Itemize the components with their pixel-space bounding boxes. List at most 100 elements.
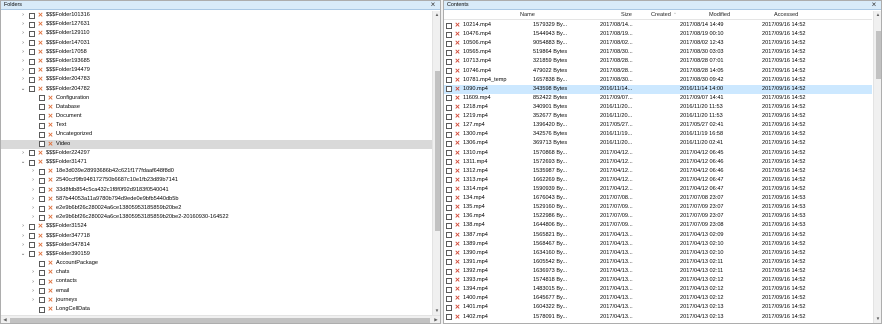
row-checkbox[interactable] bbox=[446, 95, 452, 102]
row-checkbox[interactable] bbox=[446, 241, 452, 248]
tree-item[interactable]: ✕ Text bbox=[1, 121, 440, 130]
tree-item[interactable]: ⌄ ✕ $$$Folder204782 bbox=[1, 85, 440, 94]
tree-checkbox[interactable] bbox=[39, 260, 45, 267]
row-checkbox[interactable] bbox=[446, 204, 452, 211]
tree-item[interactable]: › ✕ 2540ccf9fb948172750b6687c10e1fb23d89b7… bbox=[1, 176, 440, 185]
chevron-right-icon[interactable]: › bbox=[30, 195, 36, 204]
chevron-down-icon[interactable]: ⌄ bbox=[20, 85, 26, 94]
table-row[interactable]: ✕ 1312.mp4 1535987 By... 2017/04/12... 2017/… bbox=[444, 167, 872, 176]
tree-item[interactable]: › ✕ $$$Folder224297 bbox=[1, 149, 440, 158]
table-row[interactable]: ✕ 10781.mp4_temp 1657838 By... 2017/08/30..… bbox=[444, 76, 872, 85]
tree-checkbox[interactable] bbox=[29, 150, 35, 157]
scroll-down-arrow-icon[interactable]: ▼ bbox=[874, 315, 881, 323]
table-row[interactable]: ✕ 1387.mp4 1565821 By... 2017/04/13... 2017/… bbox=[444, 231, 872, 240]
chevron-right-icon[interactable]: › bbox=[30, 268, 36, 277]
tree-item[interactable]: › ✕ e2e9b6bf26c280024a6ce13805953185859b20… bbox=[1, 204, 440, 213]
tree-checkbox[interactable] bbox=[39, 214, 45, 221]
chevron-right-icon[interactable]: › bbox=[20, 75, 26, 84]
tree-checkbox[interactable] bbox=[29, 242, 35, 249]
chevron-right-icon[interactable]: › bbox=[20, 39, 26, 48]
table-row[interactable]: ✕ 10476.mp4 1544943 By... 2017/08/19... 2017… bbox=[444, 30, 872, 39]
tree-checkbox[interactable] bbox=[29, 12, 35, 19]
tree-item[interactable]: › ✕ contacts bbox=[1, 277, 440, 286]
chevron-right-icon[interactable]: › bbox=[30, 186, 36, 195]
table-row[interactable]: ✕ 1219.mp4 352677 Bytes 2016/11/20... 2016/1… bbox=[444, 112, 872, 121]
contents-close-icon[interactable]: × bbox=[870, 1, 878, 9]
tree-checkbox[interactable] bbox=[29, 49, 35, 56]
table-row[interactable]: ✕ 1401.mp4 1604322 By... 2017/04/13... 2017/… bbox=[444, 303, 872, 312]
tree-checkbox[interactable] bbox=[29, 58, 35, 65]
tree-item[interactable]: › ✕ $$$Folder194479 bbox=[1, 66, 440, 75]
tree-checkbox[interactable] bbox=[39, 297, 45, 304]
table-row[interactable]: ✕ 1400.mp4 1645677 By... 2017/04/13... 2017/… bbox=[444, 294, 872, 303]
folders-hscroll-thumb[interactable] bbox=[10, 317, 430, 323]
scroll-up-arrow-icon[interactable]: ▲ bbox=[433, 11, 440, 19]
chevron-right-icon[interactable]: › bbox=[20, 29, 26, 38]
tree-item[interactable]: › ✕ email bbox=[1, 287, 440, 296]
tree-checkbox[interactable] bbox=[29, 233, 35, 240]
row-checkbox[interactable] bbox=[446, 259, 452, 266]
table-row[interactable]: ✕ 10214.mp4 1579329 By... 2017/08/14... 2017… bbox=[444, 21, 872, 30]
chevron-right-icon[interactable]: › bbox=[30, 176, 36, 185]
tree-checkbox[interactable] bbox=[39, 306, 45, 313]
table-row[interactable]: ✕ 127.mp4 1396420 By... 2017/05/27... 2017/0… bbox=[444, 121, 872, 130]
chevron-down-icon[interactable]: ⌄ bbox=[20, 250, 26, 259]
row-checkbox[interactable] bbox=[446, 186, 452, 193]
tree-item[interactable]: › ✕ chats bbox=[1, 268, 440, 277]
tree-item[interactable]: › ✕ $$$Folder193685 bbox=[1, 57, 440, 66]
tree-checkbox[interactable] bbox=[39, 113, 45, 120]
tree-checkbox[interactable] bbox=[39, 205, 45, 212]
tree-item[interactable]: › ✕ $$$Folder31524 bbox=[1, 222, 440, 231]
tree-item[interactable]: › ✕ e2e9b6bf26c280024a6ce13805953185859b20… bbox=[1, 213, 440, 222]
table-row[interactable]: ✕ 1391.mp4 1605542 By... 2017/04/13... 2017/… bbox=[444, 258, 872, 267]
table-row[interactable]: ✕ 1313.mp4 1662269 By... 2017/04/12... 2017/… bbox=[444, 176, 872, 185]
row-checkbox[interactable] bbox=[446, 131, 452, 138]
table-row[interactable]: ✕ 1393.mp4 1574818 By... 2017/04/13... 2017/… bbox=[444, 276, 872, 285]
row-checkbox[interactable] bbox=[446, 113, 452, 120]
chevron-right-icon[interactable]: › bbox=[20, 149, 26, 158]
tree-item[interactable]: ⌄ ✕ $$$Folder390159 bbox=[1, 250, 440, 259]
tree-item[interactable]: › ✕ $$$Folder347718 bbox=[1, 232, 440, 241]
row-checkbox[interactable] bbox=[446, 223, 452, 229]
table-row[interactable]: ✕ 1314.mp4 1590939 By... 2017/04/12... 2017/… bbox=[444, 185, 872, 194]
table-row[interactable]: ✕ 1218.mp4 340901 Bytes 2016/11/20... 2016/1… bbox=[444, 103, 872, 112]
tree-item[interactable]: › ✕ $$$Folder129110 bbox=[1, 29, 440, 38]
table-row[interactable]: ✕ 136.mp4 1522986 By... 2017/07/09... 2017/0… bbox=[444, 212, 872, 221]
tree-checkbox[interactable] bbox=[29, 40, 35, 47]
tree-checkbox[interactable] bbox=[39, 177, 45, 184]
table-row[interactable]: ✕ 1402.mp4 1578091 By... 2017/04/13... 2017/… bbox=[444, 313, 872, 322]
row-checkbox[interactable] bbox=[446, 168, 452, 175]
tree-item[interactable]: ✕ Video bbox=[1, 139, 440, 149]
tree-item[interactable]: › ✕ 33d8fdb854c5ca432c1f8f0f92d9183f054004… bbox=[1, 186, 440, 195]
row-checkbox[interactable] bbox=[446, 86, 452, 93]
tree-item[interactable]: ✕ AccountPackage bbox=[1, 259, 440, 268]
row-checkbox[interactable] bbox=[446, 68, 452, 75]
chevron-right-icon[interactable]: › bbox=[30, 167, 36, 176]
table-row[interactable]: ✕ 1390.mp4 1634160 By... 2017/04/13... 2017/… bbox=[444, 249, 872, 258]
chevron-right-icon[interactable]: › bbox=[20, 66, 26, 75]
folders-vertical-scrollbar[interactable]: ▲ ▼ bbox=[432, 11, 440, 315]
row-checkbox[interactable] bbox=[446, 49, 452, 56]
folders-vscroll-thumb[interactable] bbox=[434, 71, 440, 231]
row-checkbox[interactable] bbox=[446, 277, 452, 284]
column-header-modified[interactable]: Modified bbox=[709, 11, 730, 20]
row-checkbox[interactable] bbox=[446, 195, 452, 202]
tree-checkbox[interactable] bbox=[29, 251, 35, 258]
table-row[interactable]: ✕ 1392.mp4 1636973 By... 2017/04/13... 2017/… bbox=[444, 267, 872, 276]
column-header-name[interactable]: Name bbox=[520, 11, 535, 20]
chevron-right-icon[interactable]: › bbox=[30, 296, 36, 305]
row-checkbox[interactable] bbox=[446, 250, 452, 257]
column-header-accessed[interactable]: Accessed bbox=[774, 11, 798, 20]
chevron-right-icon[interactable]: › bbox=[20, 20, 26, 29]
tree-checkbox[interactable] bbox=[29, 76, 35, 83]
chevron-right-icon[interactable]: › bbox=[30, 287, 36, 296]
contents-vertical-scrollbar[interactable]: ▲ ▼ bbox=[873, 11, 881, 323]
row-checkbox[interactable] bbox=[446, 31, 452, 38]
tree-item[interactable]: › ✕ $$$Folder147031 bbox=[1, 39, 440, 48]
tree-item[interactable]: › ✕ 18e3d039e28993686b42c621f177fdaaf648f8… bbox=[1, 167, 440, 176]
tree-checkbox[interactable] bbox=[39, 196, 45, 203]
tree-checkbox[interactable] bbox=[29, 67, 35, 74]
chevron-right-icon[interactable]: › bbox=[20, 232, 26, 241]
table-row[interactable]: ✕ 10565.mp4 519864 Bytes 2017/08/30... 2017/… bbox=[444, 48, 872, 57]
row-checkbox[interactable] bbox=[446, 295, 452, 302]
